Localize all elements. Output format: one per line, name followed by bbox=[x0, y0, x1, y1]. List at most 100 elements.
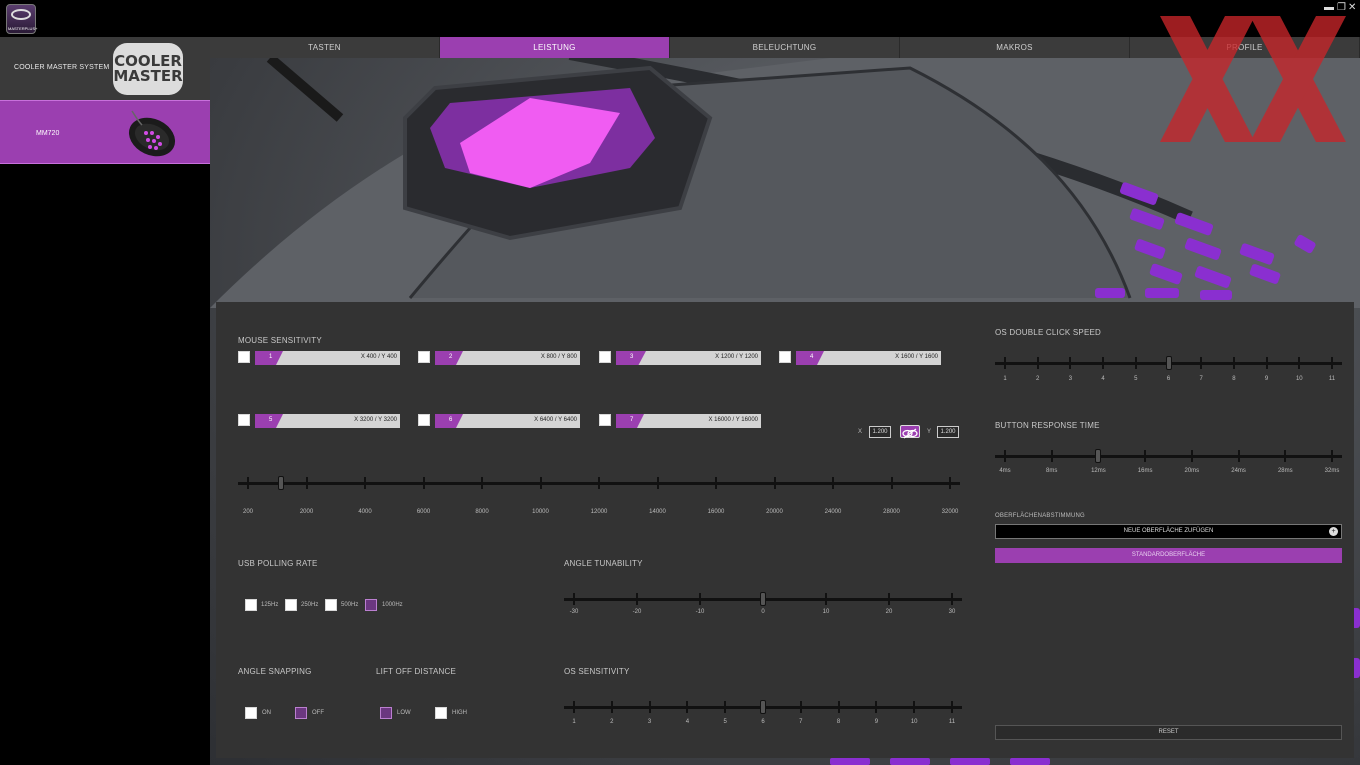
slider-tick bbox=[598, 477, 600, 489]
slider-tick bbox=[951, 701, 953, 713]
slider-tick-label: 28ms bbox=[1277, 468, 1293, 474]
lift-off-low-checkbox[interactable] bbox=[380, 707, 392, 719]
slider-tick bbox=[1284, 450, 1287, 462]
slider-tick bbox=[1190, 450, 1193, 462]
slider-tick bbox=[888, 593, 890, 605]
slider-tick-label: 4 bbox=[1101, 376, 1105, 382]
tab-beleuchtung[interactable]: BELEUCHTUNG bbox=[670, 37, 900, 58]
dpi-level-number: 7 bbox=[630, 417, 634, 423]
slider-tick-label: 11 bbox=[1328, 376, 1336, 382]
close-icon[interactable]: ✕ bbox=[1348, 3, 1356, 13]
slider-tick bbox=[890, 477, 893, 489]
dpi-checkbox-5[interactable] bbox=[238, 414, 250, 426]
sidebar-item-system[interactable]: COOLER MASTER SYSTEM COOLER MASTER bbox=[0, 37, 210, 100]
tab-makros[interactable]: MAKROS bbox=[900, 37, 1130, 58]
minimize-icon[interactable]: ▬ bbox=[1324, 3, 1334, 13]
angle-snapping-off-label: OFF bbox=[312, 710, 324, 716]
angle-snapping-off-checkbox[interactable] bbox=[295, 707, 307, 719]
slider-tick-label: 12000 bbox=[590, 509, 608, 515]
slider-tick-label: -20 bbox=[632, 609, 642, 615]
angle-snapping-on-checkbox[interactable] bbox=[245, 707, 257, 719]
section-title-lift-off-distance: LIFT OFF DISTANCE bbox=[376, 667, 456, 676]
sidebar-item-label: COOLER MASTER SYSTEM bbox=[14, 64, 110, 71]
slider-tick-label: -30 bbox=[569, 609, 579, 615]
polling-1000-checkbox[interactable] bbox=[365, 599, 377, 611]
polling-125-checkbox[interactable] bbox=[245, 599, 257, 611]
dpi-level-value: X 6400 / Y 6400 bbox=[534, 417, 577, 423]
slider-tick bbox=[825, 593, 827, 605]
y-label: Y bbox=[927, 429, 932, 435]
standard-surface-button[interactable]: STANDARDOBERFLÄCHE bbox=[995, 548, 1342, 563]
dpi-level-7[interactable]: 7 X 16000 / Y 16000 bbox=[616, 414, 761, 428]
restore-icon[interactable]: ❐ bbox=[1337, 3, 1346, 13]
slider-tick-label: 8ms bbox=[1046, 468, 1058, 474]
slider-thumb[interactable] bbox=[760, 592, 766, 606]
y-dpi-input[interactable]: 1.200 bbox=[937, 426, 959, 438]
slider-tick-label: 8 bbox=[836, 719, 841, 725]
polling-250-checkbox[interactable] bbox=[285, 599, 297, 611]
dpi-level-4[interactable]: 4 X 1600 / Y 1600 bbox=[796, 351, 941, 365]
lift-off-high-checkbox[interactable] bbox=[435, 707, 447, 719]
slider-tick bbox=[699, 593, 701, 605]
slider-tick bbox=[573, 593, 575, 605]
dpi-level-6[interactable]: 6 X 6400 / Y 6400 bbox=[435, 414, 580, 428]
slider-thumb[interactable] bbox=[1165, 356, 1172, 370]
slider-tick-label: 2000 bbox=[299, 509, 314, 515]
sidebar-item-mm720[interactable]: MM720 bbox=[0, 100, 210, 164]
polling-125-label: 125Hz bbox=[261, 602, 279, 608]
tab-leistung[interactable]: LEISTUNG bbox=[440, 37, 670, 58]
dpi-level-2[interactable]: 2 X 800 / Y 800 bbox=[435, 351, 580, 365]
link-xy-icon[interactable] bbox=[900, 425, 920, 439]
section-title-mouse-sensitivity: MOUSE SENSITIVITY bbox=[238, 336, 322, 345]
dpi-level-number: 3 bbox=[630, 354, 634, 360]
tab-tasten[interactable]: TASTEN bbox=[210, 37, 440, 58]
slider-tick bbox=[364, 477, 366, 489]
dpi-checkbox-3[interactable] bbox=[599, 351, 611, 363]
dpi-level-1[interactable]: 1 X 400 / Y 400 bbox=[255, 351, 400, 365]
slider-tick bbox=[1069, 357, 1072, 369]
add-surface-field[interactable]: NEUE OBERFLÄCHE ZUFÜGEN + bbox=[995, 524, 1342, 539]
slider-thumb[interactable] bbox=[277, 476, 284, 490]
slider-tick-label: 10000 bbox=[532, 509, 549, 515]
slider-tick bbox=[610, 701, 613, 713]
slider-tick bbox=[1232, 357, 1235, 369]
section-title-angle-snapping: ANGLE SNAPPING bbox=[238, 667, 312, 676]
slider-tick-label: 3 bbox=[1068, 376, 1073, 382]
dpi-level-value: X 400 / Y 400 bbox=[360, 354, 397, 360]
slider-tick bbox=[1004, 450, 1006, 462]
slider-track[interactable] bbox=[995, 455, 1342, 458]
dpi-checkbox-6[interactable] bbox=[418, 414, 430, 426]
slider-tick-label: 12ms bbox=[1091, 468, 1106, 474]
polling-500-checkbox[interactable] bbox=[325, 599, 337, 611]
slider-tick bbox=[837, 701, 840, 713]
slider-tick-label: 28000 bbox=[883, 509, 900, 515]
masterplus-logo-icon[interactable]: MASTERPLUS+ bbox=[6, 4, 38, 34]
dpi-checkbox-4[interactable] bbox=[779, 351, 791, 363]
dpi-level-3[interactable]: 3 X 1200 / Y 1200 bbox=[616, 351, 761, 365]
cooler-master-logo: COOLER MASTER bbox=[113, 43, 183, 95]
slider-tick bbox=[636, 593, 638, 605]
slider-tick-label: 3 bbox=[647, 719, 652, 725]
reset-button[interactable]: RESET bbox=[995, 725, 1342, 740]
dpi-checkbox-2[interactable] bbox=[418, 351, 430, 363]
slider-tick bbox=[1144, 450, 1147, 462]
slider-tick-label: 2 bbox=[610, 719, 614, 725]
polling-250-label: 250Hz bbox=[301, 602, 319, 608]
dpi-checkbox-1[interactable] bbox=[238, 351, 250, 363]
sidebar: COOLER MASTER SYSTEM COOLER MASTER MM720 bbox=[0, 37, 210, 765]
slider-tick-label: 4000 bbox=[358, 509, 372, 515]
logo-text: MASTERPLUS+ bbox=[8, 26, 38, 31]
polling-500-label: 500Hz bbox=[341, 602, 359, 608]
slider-tick-label: 16ms bbox=[1137, 468, 1153, 474]
slider-thumb[interactable] bbox=[1095, 449, 1102, 463]
slider-thumb[interactable] bbox=[760, 700, 766, 714]
dpi-checkbox-7[interactable] bbox=[599, 414, 611, 426]
slider-tick bbox=[305, 477, 308, 489]
add-icon[interactable]: + bbox=[1329, 527, 1338, 536]
slider-tick bbox=[773, 477, 776, 489]
slider-tick-label: 10 bbox=[1295, 376, 1303, 382]
slider-tick-label: 4 bbox=[685, 719, 690, 725]
dpi-level-5[interactable]: 5 X 3200 / Y 3200 bbox=[255, 414, 400, 428]
polling-1000-label: 1000Hz bbox=[382, 602, 403, 608]
x-dpi-input[interactable]: 1.200 bbox=[869, 426, 891, 438]
